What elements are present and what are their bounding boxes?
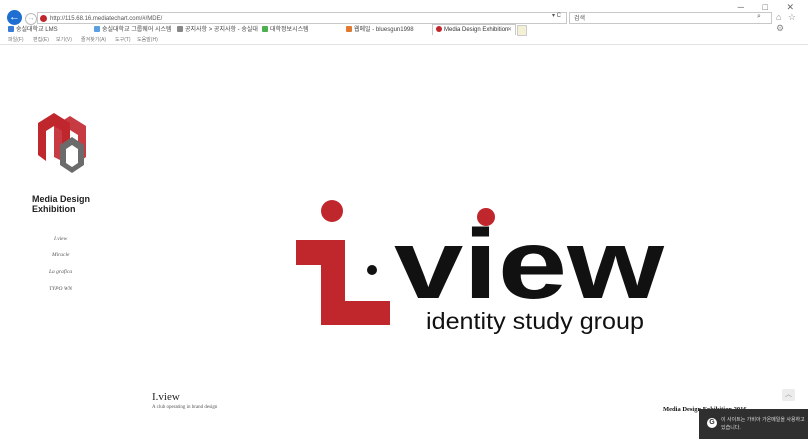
back-button[interactable]: ← xyxy=(7,10,22,25)
tab-label: Media Design Exhibition xyxy=(444,27,509,33)
bookmarks-bar: 숭실대학교 LMS 숭실대학교 그룹웨어 시스템 공지사항 > 공지사항 - 숭… xyxy=(0,25,808,35)
menu-tools[interactable]: 도구(T) xyxy=(115,36,131,43)
gabia-icon: G xyxy=(707,418,717,428)
bookmark-icon xyxy=(346,26,352,33)
site-favicon-icon xyxy=(40,15,47,22)
scroll-top-button[interactable]: ︿ xyxy=(782,389,795,401)
iview-hero-logo: view identity study group xyxy=(296,200,665,334)
close-tab-icon[interactable]: ✕ xyxy=(507,25,512,36)
bookmark-icon xyxy=(8,26,14,33)
nav-item-la-grafica[interactable]: La grafica xyxy=(49,269,72,275)
hero-wordmark: view xyxy=(394,209,665,319)
tab-favicon-icon xyxy=(436,26,442,33)
refresh-icon[interactable]: ▾ C xyxy=(552,12,561,19)
browser-chrome: ─ □ ✕ ← → http://115.68.16.mediatechart.… xyxy=(0,0,808,45)
new-tab-button[interactable] xyxy=(517,25,527,36)
bookmark-item[interactable]: 숭실대학교 LMS xyxy=(8,25,58,35)
nav-item-miracle[interactable]: Miracle xyxy=(52,252,69,258)
work-title: I.view xyxy=(152,391,180,403)
menu-file[interactable]: 파일(F) xyxy=(8,36,24,43)
menu-edit[interactable]: 편집(E) xyxy=(33,36,49,43)
search-icon[interactable]: ⌕ xyxy=(757,13,761,21)
notification-toast[interactable]: G 이 사이트는 가비아 가온메일을 사용하고 있습니다. xyxy=(699,409,808,439)
toast-line-1: 이 사이트는 가비아 가온메일을 사용하고 xyxy=(721,417,805,423)
forward-button[interactable]: → xyxy=(25,13,37,25)
work-subtitle: A club operating in brand design xyxy=(152,405,218,410)
bookmark-item[interactable]: 공지사항 > 공지사항 - 숭실대 xyxy=(177,25,258,35)
toast-line-2: 있습니다. xyxy=(721,425,741,431)
site-title[interactable]: Media Design Exhibition xyxy=(32,194,90,214)
menu-help[interactable]: 도움말(H) xyxy=(137,36,158,43)
search-input[interactable]: 검색 xyxy=(569,12,772,24)
bookmark-icon xyxy=(262,26,268,33)
bookmark-item[interactable]: 숭실대학교 그룹웨어 시스템 xyxy=(94,25,172,35)
address-bar[interactable]: http://115.68.16.mediatechart.com/#/MDE/ xyxy=(37,12,567,24)
menu-favorites[interactable]: 즐겨찾기(A) xyxy=(81,36,106,43)
hero-tagline: identity study group xyxy=(426,308,644,334)
menu-view[interactable]: 보기(V) xyxy=(56,36,72,43)
bookmark-item[interactable]: 대학정보시스템 xyxy=(262,25,309,35)
tab-media-design-exhibition[interactable]: Media Design Exhibition ✕ xyxy=(432,24,516,35)
nav-item-typo-wn[interactable]: TYPO WN xyxy=(49,286,72,292)
bookmark-item[interactable]: 웹메일 - bluesgun1998 xyxy=(346,25,414,35)
address-url: http://115.68.16.mediatechart.com/#/MDE/ xyxy=(50,16,163,22)
bookmark-icon xyxy=(177,26,183,33)
bookmark-icon xyxy=(94,26,100,33)
mde-logo[interactable] xyxy=(36,111,88,173)
nav-item-iview[interactable]: I.view xyxy=(54,236,67,242)
